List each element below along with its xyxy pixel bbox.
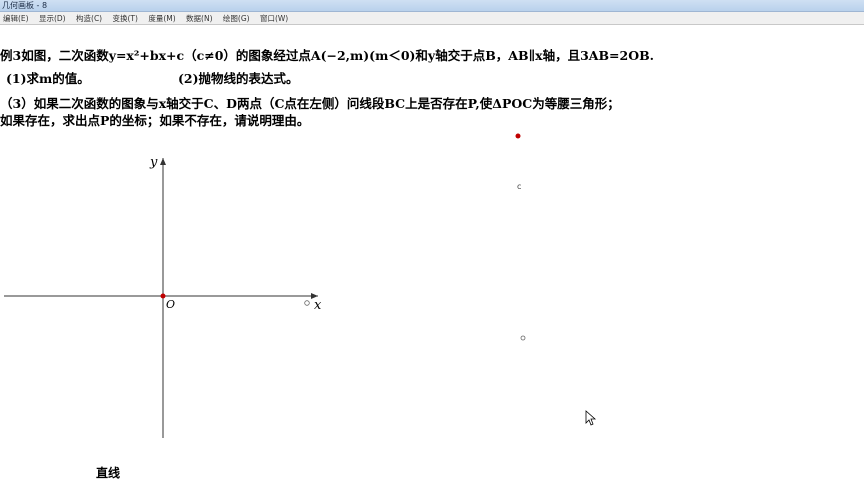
origin-label: O xyxy=(166,298,175,311)
x-axis-label: x xyxy=(314,298,322,313)
y-axis-label: y xyxy=(149,155,158,170)
tool-label[interactable]: 直线 xyxy=(96,464,120,481)
mouse-cursor-icon xyxy=(585,410,597,426)
free-point[interactable] xyxy=(515,133,521,139)
point-label-c-upper: c xyxy=(517,182,522,191)
point-marker-lower[interactable] xyxy=(520,335,526,341)
free-point-marker[interactable] xyxy=(304,300,310,306)
sketch-canvas[interactable]: x y O xyxy=(0,0,864,486)
origin-point[interactable] xyxy=(160,293,166,299)
y-axis-arrow-icon xyxy=(160,158,166,165)
